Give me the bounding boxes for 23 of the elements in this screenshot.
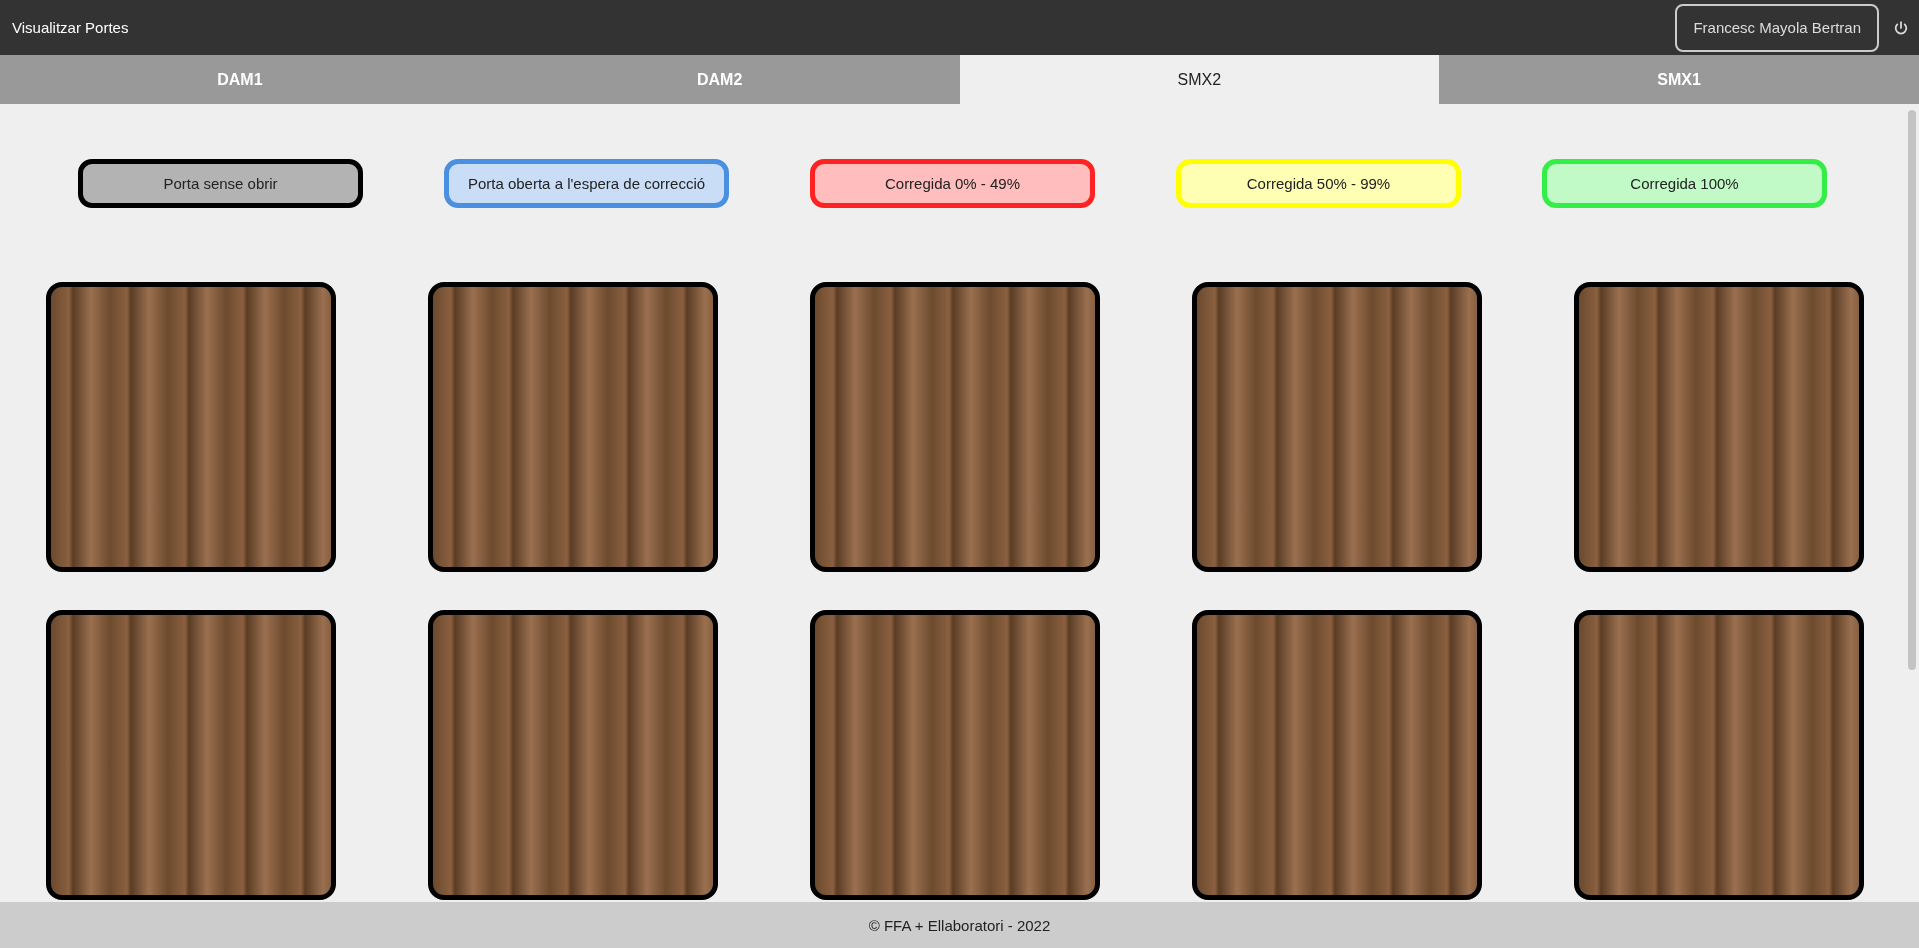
- status-legend-badge: Corregida 50% - 99%: [1176, 159, 1461, 208]
- status-legend-badge: Porta oberta a l'espera de correcció: [444, 159, 729, 208]
- scrollbar-thumb[interactable]: [1908, 110, 1916, 670]
- door-photo-placeholder[interactable]: [1192, 282, 1482, 572]
- door-photo-placeholder[interactable]: [46, 282, 336, 572]
- status-legend-badge: Porta sense obrir: [78, 159, 363, 208]
- door-photo-placeholder[interactable]: [1574, 282, 1864, 572]
- door-photo-placeholder[interactable]: [428, 282, 718, 572]
- status-legend-badge: Corregida 0% - 49%: [810, 159, 1095, 208]
- footer-text: © FFA + Ellaboratori - 2022: [868, 916, 1051, 934]
- group-tab[interactable]: DAM2: [479, 55, 960, 104]
- power-icon[interactable]: [1893, 19, 1909, 36]
- door-photo-placeholder[interactable]: [810, 610, 1100, 900]
- door-photo-placeholder[interactable]: [1574, 610, 1864, 900]
- door-photo-placeholder[interactable]: [810, 282, 1100, 572]
- group-tab[interactable]: DAM1: [0, 55, 480, 104]
- page-title: Visualitzar Portes: [12, 19, 129, 36]
- status-legend-badge: Corregida 100%: [1542, 159, 1827, 208]
- door-photo-placeholder[interactable]: [46, 610, 336, 900]
- door-photo-placeholder[interactable]: [1192, 610, 1482, 900]
- user-button[interactable]: Francesc Mayola Bertran: [1675, 3, 1879, 52]
- group-tab[interactable]: SMX1: [1439, 55, 1919, 104]
- door-photo-placeholder[interactable]: [428, 610, 718, 900]
